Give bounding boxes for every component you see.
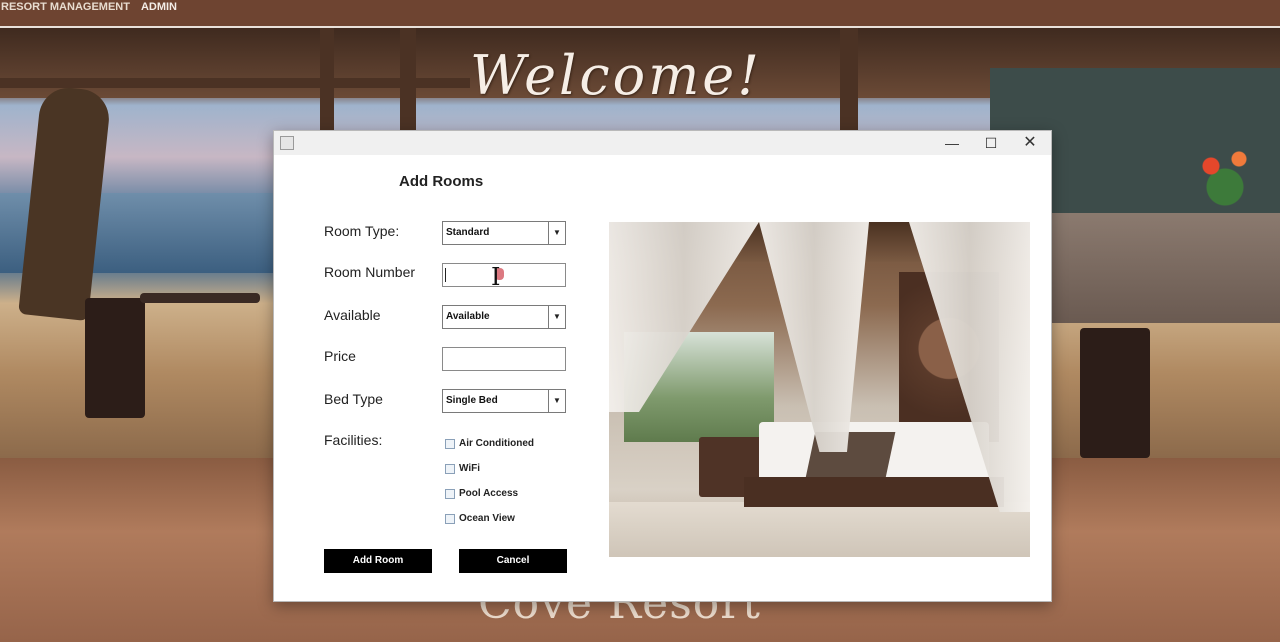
add-rooms-dialog: — ☐ ✕ Add Rooms Room Type: Standard ▼ Ro… (273, 130, 1052, 602)
available-select[interactable]: Available ▼ (442, 305, 566, 329)
chevron-down-icon[interactable]: ▼ (548, 306, 565, 328)
ibeam-cursor-icon: I (491, 263, 501, 291)
room-preview-image (609, 222, 1030, 557)
facility-air-conditioned[interactable]: Air Conditioned (445, 438, 534, 449)
checkbox[interactable] (445, 463, 455, 474)
background-chair (1080, 328, 1150, 458)
bed-type-label: Bed Type (324, 391, 383, 407)
menu-bar: RESORT MANAGEMENT ADMIN (0, 0, 1280, 28)
background-flowers (1190, 138, 1260, 208)
room-type-value: Standard (446, 227, 490, 238)
bed-type-value: Single Bed (446, 395, 498, 406)
room-number-label: Room Number (324, 264, 416, 280)
minimize-icon[interactable]: — (936, 133, 968, 153)
facility-label: Ocean View (459, 513, 515, 524)
java-app-icon (280, 136, 294, 150)
facilities-label: Facilities: (324, 432, 383, 448)
bed-type-select[interactable]: Single Bed ▼ (442, 389, 566, 413)
welcome-text: Welcome! (470, 44, 762, 107)
facility-ocean-view[interactable]: Ocean View (445, 513, 515, 524)
room-type-label: Room Type: (324, 223, 400, 239)
price-input[interactable] (442, 347, 566, 371)
checkbox[interactable] (445, 488, 455, 499)
background-bar-counter (1050, 213, 1280, 323)
close-icon[interactable]: ✕ (1014, 133, 1046, 153)
add-room-button[interactable]: Add Room (324, 549, 432, 573)
price-label: Price (324, 348, 356, 364)
text-caret (445, 268, 446, 282)
background-table (140, 293, 260, 303)
dialog-titlebar[interactable]: — ☐ ✕ (274, 131, 1051, 155)
room-number-input[interactable]: I (442, 263, 566, 291)
photo-curtain (759, 222, 869, 452)
dialog-title: Add Rooms (399, 173, 484, 190)
checkbox[interactable] (445, 513, 455, 524)
photo-bed-frame (744, 477, 1004, 507)
maximize-icon[interactable]: ☐ (975, 133, 1007, 153)
facility-label: WiFi (459, 463, 481, 474)
facility-wifi[interactable]: WiFi (445, 463, 480, 474)
menu-resort-management[interactable]: RESORT MANAGEMENT (0, 0, 130, 13)
cancel-button[interactable]: Cancel (459, 549, 567, 573)
room-type-select[interactable]: Standard ▼ (442, 221, 566, 245)
chevron-down-icon[interactable]: ▼ (548, 390, 565, 412)
chevron-down-icon[interactable]: ▼ (548, 222, 565, 244)
available-label: Available (324, 307, 381, 323)
menu-admin[interactable]: ADMIN (140, 0, 177, 13)
background-chair (85, 298, 145, 418)
background-tree (18, 84, 112, 322)
facility-label: Air Conditioned (459, 438, 534, 449)
photo-floor (609, 502, 1030, 557)
facility-pool-access[interactable]: Pool Access (445, 488, 518, 499)
available-value: Available (446, 311, 490, 322)
facility-label: Pool Access (459, 488, 519, 499)
checkbox[interactable] (445, 438, 455, 449)
